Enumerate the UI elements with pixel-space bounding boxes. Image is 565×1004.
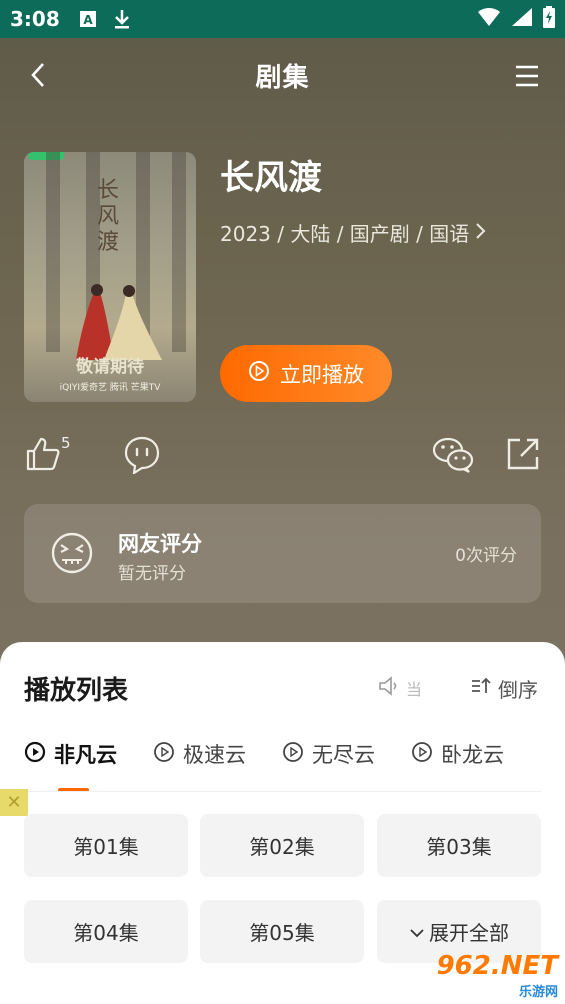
source-label: 无尽云 bbox=[312, 743, 375, 767]
source-label: 极速云 bbox=[183, 743, 246, 767]
source-label: 非凡云 bbox=[54, 743, 117, 767]
status-bar: 3:08 A bbox=[0, 0, 565, 38]
episode-button[interactable]: 第04集 bbox=[24, 900, 188, 963]
watermark-sub: 乐游网 bbox=[518, 984, 558, 1000]
share-external-icon bbox=[505, 438, 541, 476]
play-circle-icon bbox=[248, 360, 270, 387]
chevron-down-icon bbox=[409, 920, 425, 944]
episode-button[interactable]: 第02集 bbox=[200, 814, 364, 877]
rating-card[interactable]: 网友评分 暂无评分 0次评分 bbox=[24, 504, 541, 603]
source-tab-jisu[interactable]: 极速云 bbox=[153, 734, 246, 774]
reverse-order-label: 倒序 bbox=[498, 678, 538, 702]
play-circle-icon bbox=[153, 741, 175, 768]
episode-button[interactable]: 第05集 bbox=[200, 900, 364, 963]
rating-subtitle: 暂无评分 bbox=[118, 564, 186, 584]
play-circle-icon bbox=[24, 741, 46, 768]
poster-brands: iQIYI爱奇艺 腾讯 芒果TV bbox=[59, 383, 161, 393]
play-now-button[interactable]: 立即播放 bbox=[220, 345, 392, 402]
show-meta-text: 2023 / 大陆 / 国产剧 / 国语 bbox=[220, 222, 470, 246]
wechat-share-button[interactable] bbox=[432, 436, 474, 478]
share-button[interactable] bbox=[505, 436, 541, 476]
like-button[interactable]: 5 bbox=[25, 434, 85, 476]
menu-icon[interactable] bbox=[513, 62, 541, 90]
episode-button[interactable]: 第03集 bbox=[377, 814, 541, 877]
source-tab-feifan[interactable]: 非凡云 bbox=[24, 734, 117, 774]
signal-icon bbox=[511, 7, 533, 32]
wifi-icon bbox=[477, 7, 501, 32]
rating-count: 0次评分 bbox=[455, 546, 517, 566]
comment-icon bbox=[124, 436, 160, 478]
source-tab-wujin[interactable]: 无尽云 bbox=[282, 734, 375, 774]
reverse-order-button[interactable]: 倒序 bbox=[470, 674, 538, 703]
episode-button[interactable]: 第01集 bbox=[24, 814, 188, 877]
chevron-right-icon bbox=[475, 221, 487, 245]
show-meta-link[interactable]: 2023 / 大陆 / 国产剧 / 国语 bbox=[220, 218, 487, 247]
battery-icon bbox=[543, 5, 555, 33]
expand-all-label: 展开全部 bbox=[429, 921, 509, 945]
source-tabs: 非凡云 极速云 无尽云 卧龙云 bbox=[24, 734, 544, 774]
svg-text:A: A bbox=[83, 13, 93, 27]
back-icon[interactable] bbox=[24, 60, 54, 90]
thumbs-up-icon bbox=[25, 437, 61, 476]
comment-button[interactable] bbox=[124, 436, 160, 476]
poster-calligraphy: 长风渡 bbox=[96, 178, 119, 255]
close-ad-icon[interactable]: ✕ bbox=[0, 789, 28, 816]
speaker-text: 当 bbox=[406, 680, 423, 699]
sort-icon bbox=[470, 676, 492, 701]
play-circle-icon bbox=[411, 741, 433, 768]
site-watermark: 962.NET 乐游网 bbox=[426, 950, 558, 1000]
sad-face-icon bbox=[50, 531, 94, 575]
top-bar: 剧集 bbox=[0, 38, 565, 112]
wechat-icon bbox=[432, 437, 474, 478]
source-tab-wolong[interactable]: 卧龙云 bbox=[411, 734, 504, 774]
play-now-label: 立即播放 bbox=[280, 362, 364, 387]
page-title: 剧集 bbox=[255, 62, 310, 93]
poster-figures bbox=[76, 284, 162, 360]
a-icon: A bbox=[78, 9, 98, 29]
divider bbox=[24, 791, 541, 792]
download-icon bbox=[112, 9, 132, 29]
speaker-notice: 当 bbox=[378, 676, 422, 700]
watermark-brand: 962.NET bbox=[436, 950, 558, 981]
play-circle-icon bbox=[282, 741, 304, 768]
rating-title: 网友评分 bbox=[118, 532, 202, 556]
poster-pillar bbox=[46, 152, 60, 352]
poster-pillar bbox=[172, 152, 186, 352]
show-poster[interactable]: 长风渡 敬请期待 iQIYI爱奇艺 腾讯 芒果TV bbox=[24, 152, 196, 402]
show-title: 长风渡 bbox=[220, 158, 322, 198]
like-count: 5 bbox=[61, 434, 71, 452]
status-time: 3:08 bbox=[10, 7, 60, 31]
playlist-title: 播放列表 bbox=[24, 676, 129, 706]
speaker-icon bbox=[378, 676, 400, 700]
poster-coming-soon: 敬请期待 bbox=[76, 357, 144, 377]
source-label: 卧龙云 bbox=[441, 743, 504, 767]
